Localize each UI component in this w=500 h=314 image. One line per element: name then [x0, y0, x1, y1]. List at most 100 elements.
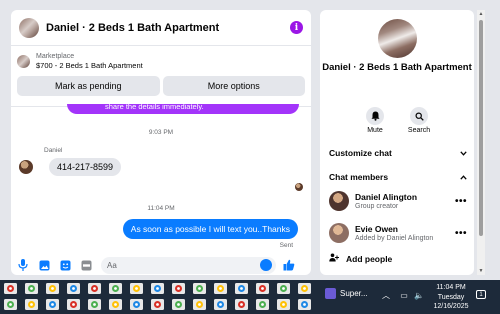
timestamp: 9:03 PM — [148, 129, 174, 136]
taskbar-app-icon[interactable] — [67, 299, 80, 310]
taskbar-app-icon[interactable] — [172, 283, 185, 294]
taskbar-app-icon[interactable] — [151, 283, 164, 294]
taskbar-app-icon[interactable] — [25, 299, 38, 310]
taskbar-app-icon[interactable] — [298, 283, 311, 294]
network-icon[interactable]: ▭ — [400, 291, 408, 300]
taskbar-app-icon[interactable] — [67, 283, 80, 294]
taskbar-app-icon[interactable] — [4, 299, 17, 310]
clock[interactable]: 11:04 PM Tuesday 12/16/2025 — [428, 283, 474, 312]
notification-icon[interactable]: 1 — [476, 290, 486, 299]
search-label: Search — [407, 127, 431, 134]
taskbar-app-icon[interactable] — [235, 299, 248, 310]
message-status: Sent — [279, 242, 293, 249]
taskbar-app-icon[interactable] — [4, 283, 17, 294]
member-row[interactable]: Evie Owen Added by Daniel Alington ••• — [329, 223, 467, 243]
taskbar-app-button[interactable]: Super... — [325, 288, 368, 299]
listing-thumbnail — [17, 55, 30, 68]
mark-as-pending-button[interactable]: Mark as pending — [17, 76, 160, 96]
taskbar-app-icon[interactable] — [193, 283, 206, 294]
customize-chat-label: Customize chat — [329, 148, 392, 158]
customize-chat-section[interactable]: Customize chat — [329, 148, 467, 158]
taskbar-app-icon[interactable] — [193, 299, 206, 310]
sticker-icon[interactable] — [59, 259, 71, 271]
taskbar-app-icon[interactable] — [172, 299, 185, 310]
composer: Aa — [11, 254, 311, 275]
chat-members-label: Chat members — [329, 172, 389, 182]
taskbar-app-icon[interactable] — [214, 299, 227, 310]
add-person-icon — [329, 253, 339, 264]
taskbar-app-icon[interactable] — [25, 283, 38, 294]
chevron-up-icon[interactable]: ︿ — [382, 291, 390, 300]
taskbar-app-icon[interactable] — [46, 299, 59, 310]
message-input[interactable]: Aa — [101, 256, 276, 274]
sender-avatar[interactable] — [19, 160, 33, 174]
taskbar-app-label: Super... — [340, 289, 368, 298]
listing-large-avatar[interactable] — [378, 19, 417, 58]
member-row[interactable]: Daniel Alington Group creator ••• — [329, 191, 467, 211]
scroll-thumb[interactable] — [479, 20, 483, 236]
more-icon[interactable]: ••• — [455, 196, 467, 207]
taskbar-app-icon[interactable] — [109, 283, 122, 294]
photo-icon[interactable] — [38, 259, 50, 271]
read-receipt-avatar — [295, 183, 303, 191]
info-icon[interactable]: i — [290, 21, 303, 34]
incoming-message[interactable]: 414-217-8599 — [49, 158, 122, 176]
taskbar-app-icon[interactable] — [46, 283, 59, 294]
mute-button[interactable]: Mute — [360, 107, 390, 134]
like-icon[interactable] — [282, 259, 296, 271]
bell-icon — [366, 107, 384, 125]
member-role: Added by Daniel Alington — [355, 235, 434, 242]
taskbar-app-icon[interactable] — [256, 283, 269, 294]
microphone-icon[interactable] — [17, 259, 29, 271]
taskbar-app-icon[interactable] — [256, 299, 269, 310]
message-list[interactable]: share the details immediately. 9:03 PM D… — [11, 102, 311, 252]
side-title: Daniel · 2 Beds 1 Bath Apartment — [322, 62, 472, 73]
scroll-up-icon[interactable]: ▲ — [477, 10, 485, 18]
more-options-button[interactable]: More options — [162, 76, 305, 96]
add-people-label: Add people — [346, 253, 393, 264]
system-tray[interactable]: ︿ ▭ 🔈 — [382, 290, 424, 301]
outgoing-message-cut: share the details immediately. — [67, 104, 299, 114]
volume-icon[interactable]: 🔈 — [414, 291, 424, 300]
taskbar-app-icon[interactable] — [109, 299, 122, 310]
outgoing-message[interactable]: As soon as possible I will text you..Tha… — [122, 219, 298, 239]
member-name: Daniel Alington — [355, 192, 418, 202]
sender-name: Daniel — [44, 147, 63, 154]
chevron-down-icon — [460, 148, 467, 158]
taskbar-app-icon[interactable] — [151, 299, 164, 310]
timestamp: 11:04 PM — [147, 205, 175, 212]
chat-title[interactable]: Daniel · 2 Beds 1 Bath Apartment — [46, 22, 290, 34]
taskbar-app-icon[interactable] — [214, 283, 227, 294]
taskbar-app-icon[interactable] — [88, 299, 101, 310]
scroll-down-icon[interactable]: ▼ — [477, 267, 485, 275]
taskbar: Super... ︿ ▭ 🔈 11:04 PM Tuesday 12/16/20… — [0, 280, 500, 314]
add-people-button[interactable]: Add people — [329, 253, 392, 264]
chat-header: Daniel · 2 Beds 1 Bath Apartment i — [11, 10, 311, 46]
taskbar-app-icon[interactable] — [235, 283, 248, 294]
listing-avatar[interactable] — [19, 17, 39, 38]
chat-members-section[interactable]: Chat members — [329, 172, 467, 182]
conversation-details-panel: Daniel · 2 Beds 1 Bath Apartment Mute Se… — [320, 10, 474, 275]
scrollbar[interactable]: ▲ ▼ — [477, 10, 485, 275]
taskbar-app-icon[interactable] — [88, 283, 101, 294]
marketplace-label: Marketplace — [36, 53, 75, 60]
taskbar-app-icon[interactable] — [277, 283, 290, 294]
more-icon[interactable]: ••• — [455, 228, 467, 239]
member-avatar — [329, 223, 349, 243]
emoji-icon[interactable] — [260, 258, 272, 271]
clock-date: 12/16/2025 — [433, 303, 469, 310]
taskbar-app-icon[interactable] — [130, 299, 143, 310]
gif-icon[interactable] — [80, 259, 92, 271]
clock-time: 11:04 PM — [436, 284, 466, 291]
chevron-up-icon — [460, 172, 467, 182]
listing-title[interactable]: $700 - 2 Beds 1 Bath Apartment — [36, 61, 143, 70]
taskbar-app-icon[interactable] — [298, 299, 311, 310]
taskbar-app-icon[interactable] — [130, 283, 143, 294]
search-button[interactable]: Search — [404, 107, 434, 134]
member-avatar — [329, 191, 349, 211]
app-icon — [325, 288, 336, 299]
search-icon — [410, 107, 428, 125]
pinned-apps — [4, 283, 311, 310]
member-name: Evie Owen — [355, 224, 398, 234]
taskbar-app-icon[interactable] — [277, 299, 290, 310]
